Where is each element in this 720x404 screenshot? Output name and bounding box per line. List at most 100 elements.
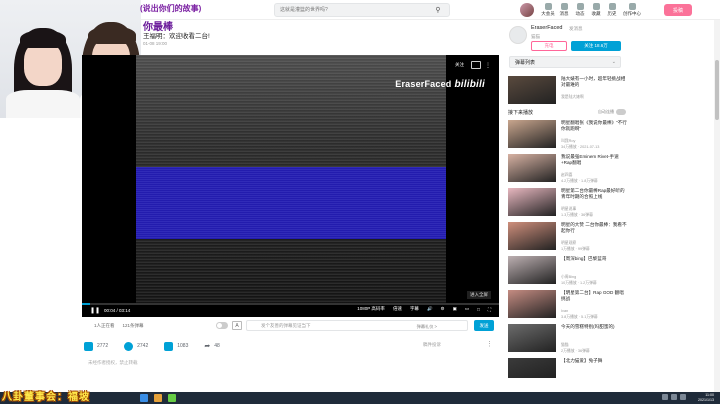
list-item[interactable]: 今天的雪糕特别(吗甜蜜的) 猫猫 2万播放 · 36弹幕 bbox=[508, 322, 628, 356]
video-thumbnail[interactable] bbox=[508, 120, 556, 148]
follow-button[interactable]: 关注 18.6万 bbox=[571, 41, 621, 51]
recommend-list: 陆大婊有一小时，超年轻挑战相对最难的 我是陆大婊啊 接下来播放 自动连播 明星翻… bbox=[508, 74, 628, 380]
rec-stats: 1.3万播放 · 36弹幕 bbox=[561, 213, 593, 217]
rec-title[interactable]: 【明星第二台】Rap GOD 翻唱挑战 bbox=[561, 290, 627, 302]
progress-fill bbox=[82, 303, 91, 305]
nav-messages[interactable]: 消息 bbox=[556, 3, 572, 17]
taskbar-clock[interactable]: 11:00 2021/1/13 bbox=[698, 393, 714, 403]
video-thumbnail[interactable] bbox=[508, 222, 556, 250]
nav-history[interactable]: 历史 bbox=[604, 3, 620, 17]
rec-stats: 1万播放 · 99弹幕 bbox=[561, 247, 590, 251]
video-thumbnail[interactable] bbox=[508, 358, 556, 378]
network-icon[interactable] bbox=[662, 394, 668, 400]
danmaku-etiquette-link[interactable]: 弹幕礼仪 > bbox=[417, 321, 437, 332]
nav-favorites[interactable]: 收藏 bbox=[588, 3, 604, 17]
widescreen-icon[interactable]: ▭ bbox=[465, 306, 469, 312]
list-item[interactable]: 我说最强Eminem Rivet-手速+Rap翻唱 赵四喜 4.2万播放 · 1… bbox=[508, 152, 628, 186]
video-thumbnail[interactable] bbox=[508, 290, 556, 318]
star-icon bbox=[592, 3, 600, 10]
star-icon bbox=[164, 341, 174, 351]
browser-taskbar-icon[interactable] bbox=[140, 394, 148, 402]
volume-tray-icon[interactable] bbox=[671, 394, 677, 400]
danmaku-style-icon[interactable]: A bbox=[232, 321, 242, 330]
fullscreen-icon[interactable]: ⛶ bbox=[488, 307, 491, 312]
progress-bar[interactable] bbox=[82, 303, 499, 305]
favorite-button[interactable]: 1083 bbox=[164, 341, 188, 351]
danmaku-list-header[interactable]: 弹幕列表 ⌄ bbox=[509, 56, 621, 68]
rec-title[interactable]: 明星翻唱张《我说你最棒》“不行你就跑啊” bbox=[561, 120, 627, 132]
nav-creator[interactable]: 创作中心 bbox=[620, 3, 644, 17]
app-taskbar-icon[interactable] bbox=[168, 394, 176, 402]
watermark-text: EraserFaced bbox=[395, 79, 452, 89]
page-scrollbar[interactable] bbox=[714, 20, 720, 392]
rec-title[interactable]: 今天的雪糕特别(吗甜蜜的) bbox=[561, 324, 627, 330]
player-follow-button[interactable]: 关注 bbox=[452, 61, 467, 69]
nav-label: 历史 bbox=[607, 11, 617, 16]
video-thumbnail[interactable] bbox=[508, 256, 556, 284]
uploader-name[interactable]: EraserFaced bbox=[531, 25, 563, 31]
web-fullscreen-icon[interactable]: □ bbox=[477, 307, 480, 312]
list-item[interactable]: 明星的大赞 二台你最棒：我看不起你行 明星观察 1万播放 · 99弹幕 bbox=[508, 220, 628, 254]
uploader-avatar[interactable] bbox=[509, 26, 527, 44]
pip-icon[interactable]: ▣ bbox=[453, 306, 457, 312]
list-item[interactable]: 【明星第二台】Rap GOD 翻唱挑战 Ivan 3.8万播放 · 5.1万弹幕 bbox=[508, 288, 628, 322]
folder-taskbar-icon[interactable] bbox=[154, 394, 162, 402]
more-options-icon[interactable]: ⋮ bbox=[486, 340, 493, 348]
coin-button[interactable]: 2742 bbox=[124, 341, 148, 351]
user-avatar[interactable] bbox=[520, 3, 534, 17]
share-button[interactable]: ➦ 48 bbox=[204, 342, 219, 350]
search-input[interactable] bbox=[275, 4, 429, 16]
report-link[interactable]: 稿件投诉 bbox=[423, 342, 441, 348]
nav-links: 大会员 消息 动态 收藏 历史 创作中心 bbox=[540, 3, 644, 17]
streamer-left-bangs bbox=[20, 30, 66, 48]
search-icon[interactable]: ⚲ bbox=[429, 4, 447, 16]
video-thumbnail[interactable] bbox=[508, 76, 556, 104]
rec-title[interactable]: 【周深bing】巴黎蓝哥 bbox=[561, 256, 627, 262]
search-box[interactable]: ⚲ bbox=[274, 3, 450, 17]
list-item[interactable]: 【北力猫爱】兔子舞 bbox=[508, 356, 628, 380]
rec-title[interactable]: 我说最强Eminem Rivet-手速+Rap翻唱 bbox=[561, 154, 627, 166]
video-thumbnail[interactable] bbox=[508, 324, 556, 352]
share-count: 48 bbox=[214, 343, 220, 349]
nav-vip[interactable]: 大会员 bbox=[540, 3, 556, 17]
upload-button[interactable]: 投稿 bbox=[664, 4, 692, 16]
tv-icon[interactable] bbox=[471, 61, 481, 69]
danmaku-bar: 1人正在看 121条弹幕 A 发个友善的弹幕见证当下 弹幕礼仪 > 发送 bbox=[82, 318, 499, 334]
like-button[interactable]: 2772 bbox=[84, 341, 108, 351]
pause-icon[interactable]: ❚❚ bbox=[90, 307, 100, 314]
list-item[interactable]: 明星翻唱张《我说你最棒》“不行你就跑啊” 叫我Roy 34万播放 · 2021-… bbox=[508, 118, 628, 152]
list-item[interactable]: 陆大婊有一小时，超年轻挑战相对最难的 我是陆大婊啊 bbox=[508, 74, 628, 108]
list-item[interactable]: 明星第二台你最棒Rap最好听的 青年时期的合照上线 明星说事 1.3万播放 · … bbox=[508, 186, 628, 220]
bilibili-logo: bilibili bbox=[454, 79, 485, 90]
quality-selector[interactable]: 1080P 高码率 bbox=[357, 306, 385, 312]
danmaku-toggle[interactable] bbox=[216, 322, 228, 329]
danmaku-placeholder: 发个友善的弹幕见证当下 bbox=[261, 322, 311, 328]
video-thumbnail[interactable] bbox=[508, 188, 556, 216]
danmaku-send-button[interactable]: 发送 bbox=[474, 320, 494, 331]
rec-title[interactable]: 【北力猫爱】兔子舞 bbox=[561, 358, 627, 364]
more-icon[interactable]: ⋮ bbox=[485, 62, 491, 69]
subtitle-icon[interactable]: 字幕 bbox=[410, 306, 419, 312]
send-message-link[interactable]: 发消息 bbox=[569, 26, 583, 32]
scrollbar-thumb[interactable] bbox=[715, 60, 719, 120]
lightbulb-icon bbox=[628, 3, 636, 10]
video-player[interactable]: 关注 ⋮ EraserFaced bilibili 进入全屏 ❚❚ 00:04 /… bbox=[82, 55, 499, 317]
rec-author: 赵四喜 bbox=[561, 173, 573, 177]
dynamic-icon bbox=[576, 3, 584, 10]
autoplay-toggle[interactable] bbox=[616, 109, 626, 115]
charge-button[interactable]: 充电 bbox=[531, 41, 567, 51]
video-thumbnail[interactable] bbox=[508, 154, 556, 182]
nav-dynamic[interactable]: 动态 bbox=[572, 3, 588, 17]
rec-stats: 4.2万播放 · 1.8万弹幕 bbox=[561, 179, 598, 183]
speed-button[interactable]: 倍速 bbox=[393, 306, 402, 312]
message-icon bbox=[560, 3, 568, 10]
danmaku-input[interactable]: 发个友善的弹幕见证当下 弹幕礼仪 > bbox=[246, 320, 468, 331]
settings-icon[interactable]: ⚙ bbox=[441, 306, 445, 312]
rec-title[interactable]: 明星的大赞 二台你最棒：我看不起你行 bbox=[561, 222, 627, 234]
rec-title[interactable]: 明星第二台你最棒Rap最好听的 青年时期的合照上线 bbox=[561, 188, 627, 200]
ime-icon[interactable] bbox=[680, 394, 686, 400]
rec-title[interactable]: 陆大婊有一小时，超年轻挑战相对最难的 bbox=[561, 76, 627, 88]
list-item[interactable]: 【周深bing】巴黎蓝哥 小周Bing 10万播放 · 1.2万弹幕 bbox=[508, 254, 628, 288]
volume-icon[interactable]: 🔊 bbox=[427, 306, 433, 312]
rec-stats: 10万播放 · 1.2万弹幕 bbox=[561, 281, 597, 285]
